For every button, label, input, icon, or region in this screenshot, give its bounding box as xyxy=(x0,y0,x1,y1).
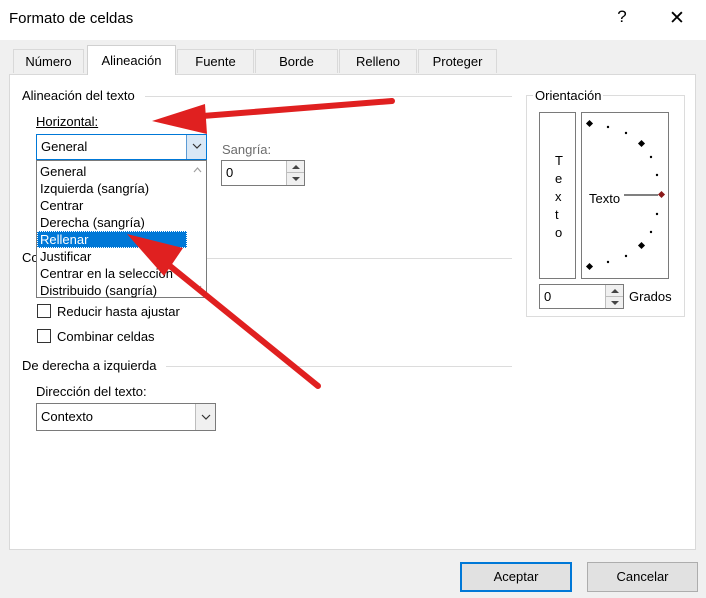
indent-up-button[interactable] xyxy=(286,161,304,173)
tab-borde[interactable]: Borde xyxy=(255,49,338,73)
list-item[interactable]: Distribuido (sangría) xyxy=(37,282,187,299)
merge-cells-checkbox[interactable] xyxy=(37,329,51,343)
arrow-up-icon xyxy=(611,289,619,293)
rtl-section-title: De derecha a izquierda xyxy=(22,358,157,373)
vertical-letter: o xyxy=(555,225,563,240)
indent-spinner[interactable]: 0 xyxy=(221,160,305,186)
shrink-to-fit-label: Reducir hasta ajustar xyxy=(57,304,180,319)
arrow-down-icon xyxy=(611,300,619,305)
list-item[interactable]: Centrar xyxy=(37,197,187,214)
text-direction-combobox[interactable]: Contexto xyxy=(36,403,216,431)
horizontal-dropdown-button[interactable] xyxy=(186,135,206,159)
arrow-up-icon xyxy=(292,165,300,169)
vertical-letter: e xyxy=(555,171,563,186)
section-divider xyxy=(145,96,512,97)
horizontal-options-list[interactable]: General Izquierda (sangría) Centrar Dere… xyxy=(36,160,207,298)
ok-button[interactable]: Aceptar xyxy=(460,562,572,592)
list-item[interactable]: Derecha (sangría) xyxy=(37,214,187,231)
degrees-up-button[interactable] xyxy=(605,285,623,297)
section-divider xyxy=(207,258,512,259)
list-scrollbar[interactable] xyxy=(189,161,206,297)
orientation-control: T e x t o Texto xyxy=(539,112,669,279)
title-bar: Formato de celdas ? ✕ xyxy=(0,0,706,40)
tab-numero[interactable]: Número xyxy=(13,49,84,73)
text-direction-value: Contexto xyxy=(41,409,94,424)
tab-fuente[interactable]: Fuente xyxy=(177,49,254,73)
list-item-selected[interactable]: Rellenar xyxy=(37,231,187,248)
cancel-button[interactable]: Cancelar xyxy=(587,562,698,592)
vertical-text-button[interactable]: T e x t o xyxy=(539,112,576,279)
list-item[interactable]: Izquierda (sangría) xyxy=(37,180,187,197)
degrees-label: Grados xyxy=(629,289,672,304)
vertical-letter: T xyxy=(555,153,563,168)
indent-value: 0 xyxy=(226,165,234,180)
degrees-down-button[interactable] xyxy=(605,296,623,308)
orientation-section-title: Orientación xyxy=(533,88,604,103)
dial-text: Texto xyxy=(589,191,621,206)
close-button[interactable]: ✕ xyxy=(667,7,687,30)
indent-label: Sangría: xyxy=(222,142,272,157)
tab-proteger[interactable]: Proteger xyxy=(418,49,497,73)
degrees-spinner[interactable]: 0 xyxy=(539,284,624,309)
chevron-down-icon xyxy=(201,414,211,420)
vertical-letter: t xyxy=(555,207,559,222)
vertical-letter: x xyxy=(555,189,562,204)
tab-relleno[interactable]: Relleno xyxy=(339,49,417,73)
merge-cells-label: Combinar celdas xyxy=(57,329,155,344)
scroll-up-icon[interactable] xyxy=(193,167,202,173)
chevron-down-icon xyxy=(192,143,202,149)
dialog-title: Formato de celdas xyxy=(9,10,134,27)
horizontal-combobox[interactable]: General xyxy=(36,134,207,160)
horizontal-label: Horizontal: xyxy=(36,114,99,129)
section-divider xyxy=(166,366,512,367)
format-cells-dialog: Formato de celdas ? ✕ Número Alineación … xyxy=(0,0,706,598)
arrow-down-icon xyxy=(292,177,300,181)
horizontal-value: General xyxy=(41,139,88,154)
indent-down-button[interactable] xyxy=(286,173,304,185)
help-button[interactable]: ? xyxy=(614,7,630,27)
scroll-down-icon[interactable] xyxy=(193,285,202,291)
tab-alineacion[interactable]: Alineación xyxy=(87,45,176,75)
orientation-dial[interactable]: Texto xyxy=(581,112,669,279)
text-direction-label: Dirección del texto: xyxy=(36,384,147,399)
list-item[interactable]: Centrar en la selección xyxy=(37,265,187,282)
text-direction-dropdown-button[interactable] xyxy=(195,404,215,430)
degrees-value: 0 xyxy=(544,289,552,304)
list-item[interactable]: Justificar xyxy=(37,248,187,265)
list-item[interactable]: General xyxy=(37,163,187,180)
shrink-to-fit-checkbox[interactable] xyxy=(37,304,51,318)
text-alignment-section-title: Alineación del texto xyxy=(22,88,135,103)
